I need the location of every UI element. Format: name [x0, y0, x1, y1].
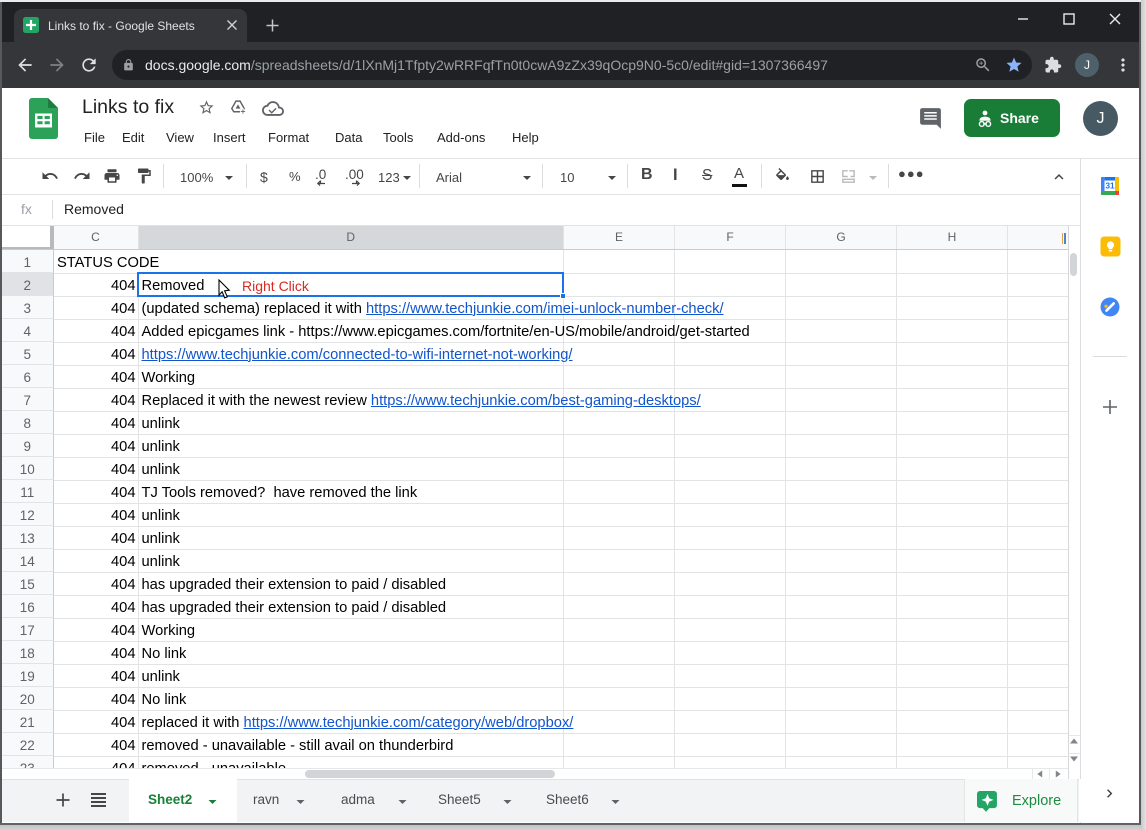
svg-text:31: 31	[1105, 182, 1115, 191]
